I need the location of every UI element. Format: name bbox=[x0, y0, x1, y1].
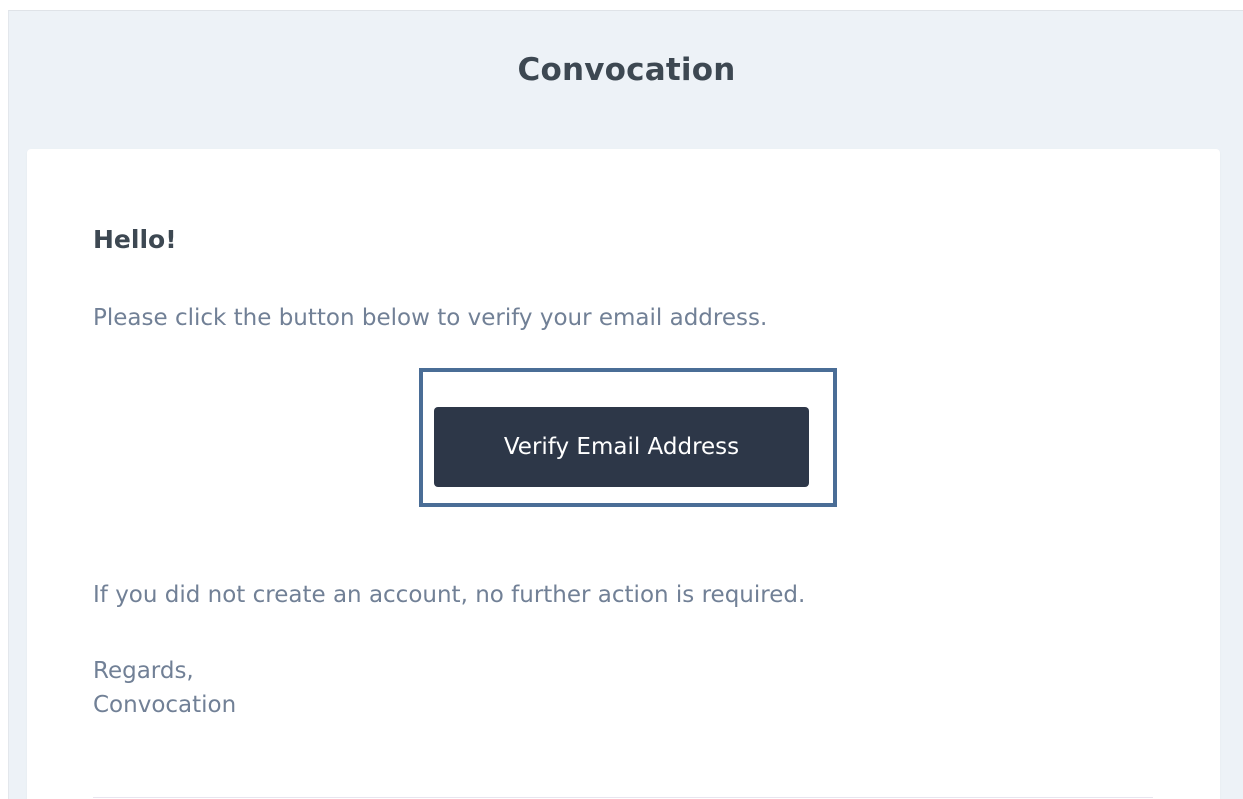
verify-email-button[interactable]: Verify Email Address bbox=[434, 407, 809, 487]
signature-text: Convocation bbox=[93, 692, 237, 718]
intro-text: Please click the button below to verify … bbox=[93, 305, 768, 331]
app-name-link[interactable]: Convocation bbox=[518, 52, 736, 88]
email-wrapper: Convocation Hello! Please click the butt… bbox=[8, 10, 1243, 799]
page-frame: Convocation Hello! Please click the butt… bbox=[0, 0, 1243, 799]
email-body-card: Hello! Please click the button below to … bbox=[27, 149, 1220, 799]
greeting-heading: Hello! bbox=[93, 225, 177, 254]
email-header: Convocation bbox=[9, 11, 1243, 129]
outro-text: If you did not create an account, no fur… bbox=[93, 582, 806, 608]
salutation-block: Regards, Convocation bbox=[93, 654, 236, 722]
salutation-text: Regards, bbox=[93, 658, 194, 684]
